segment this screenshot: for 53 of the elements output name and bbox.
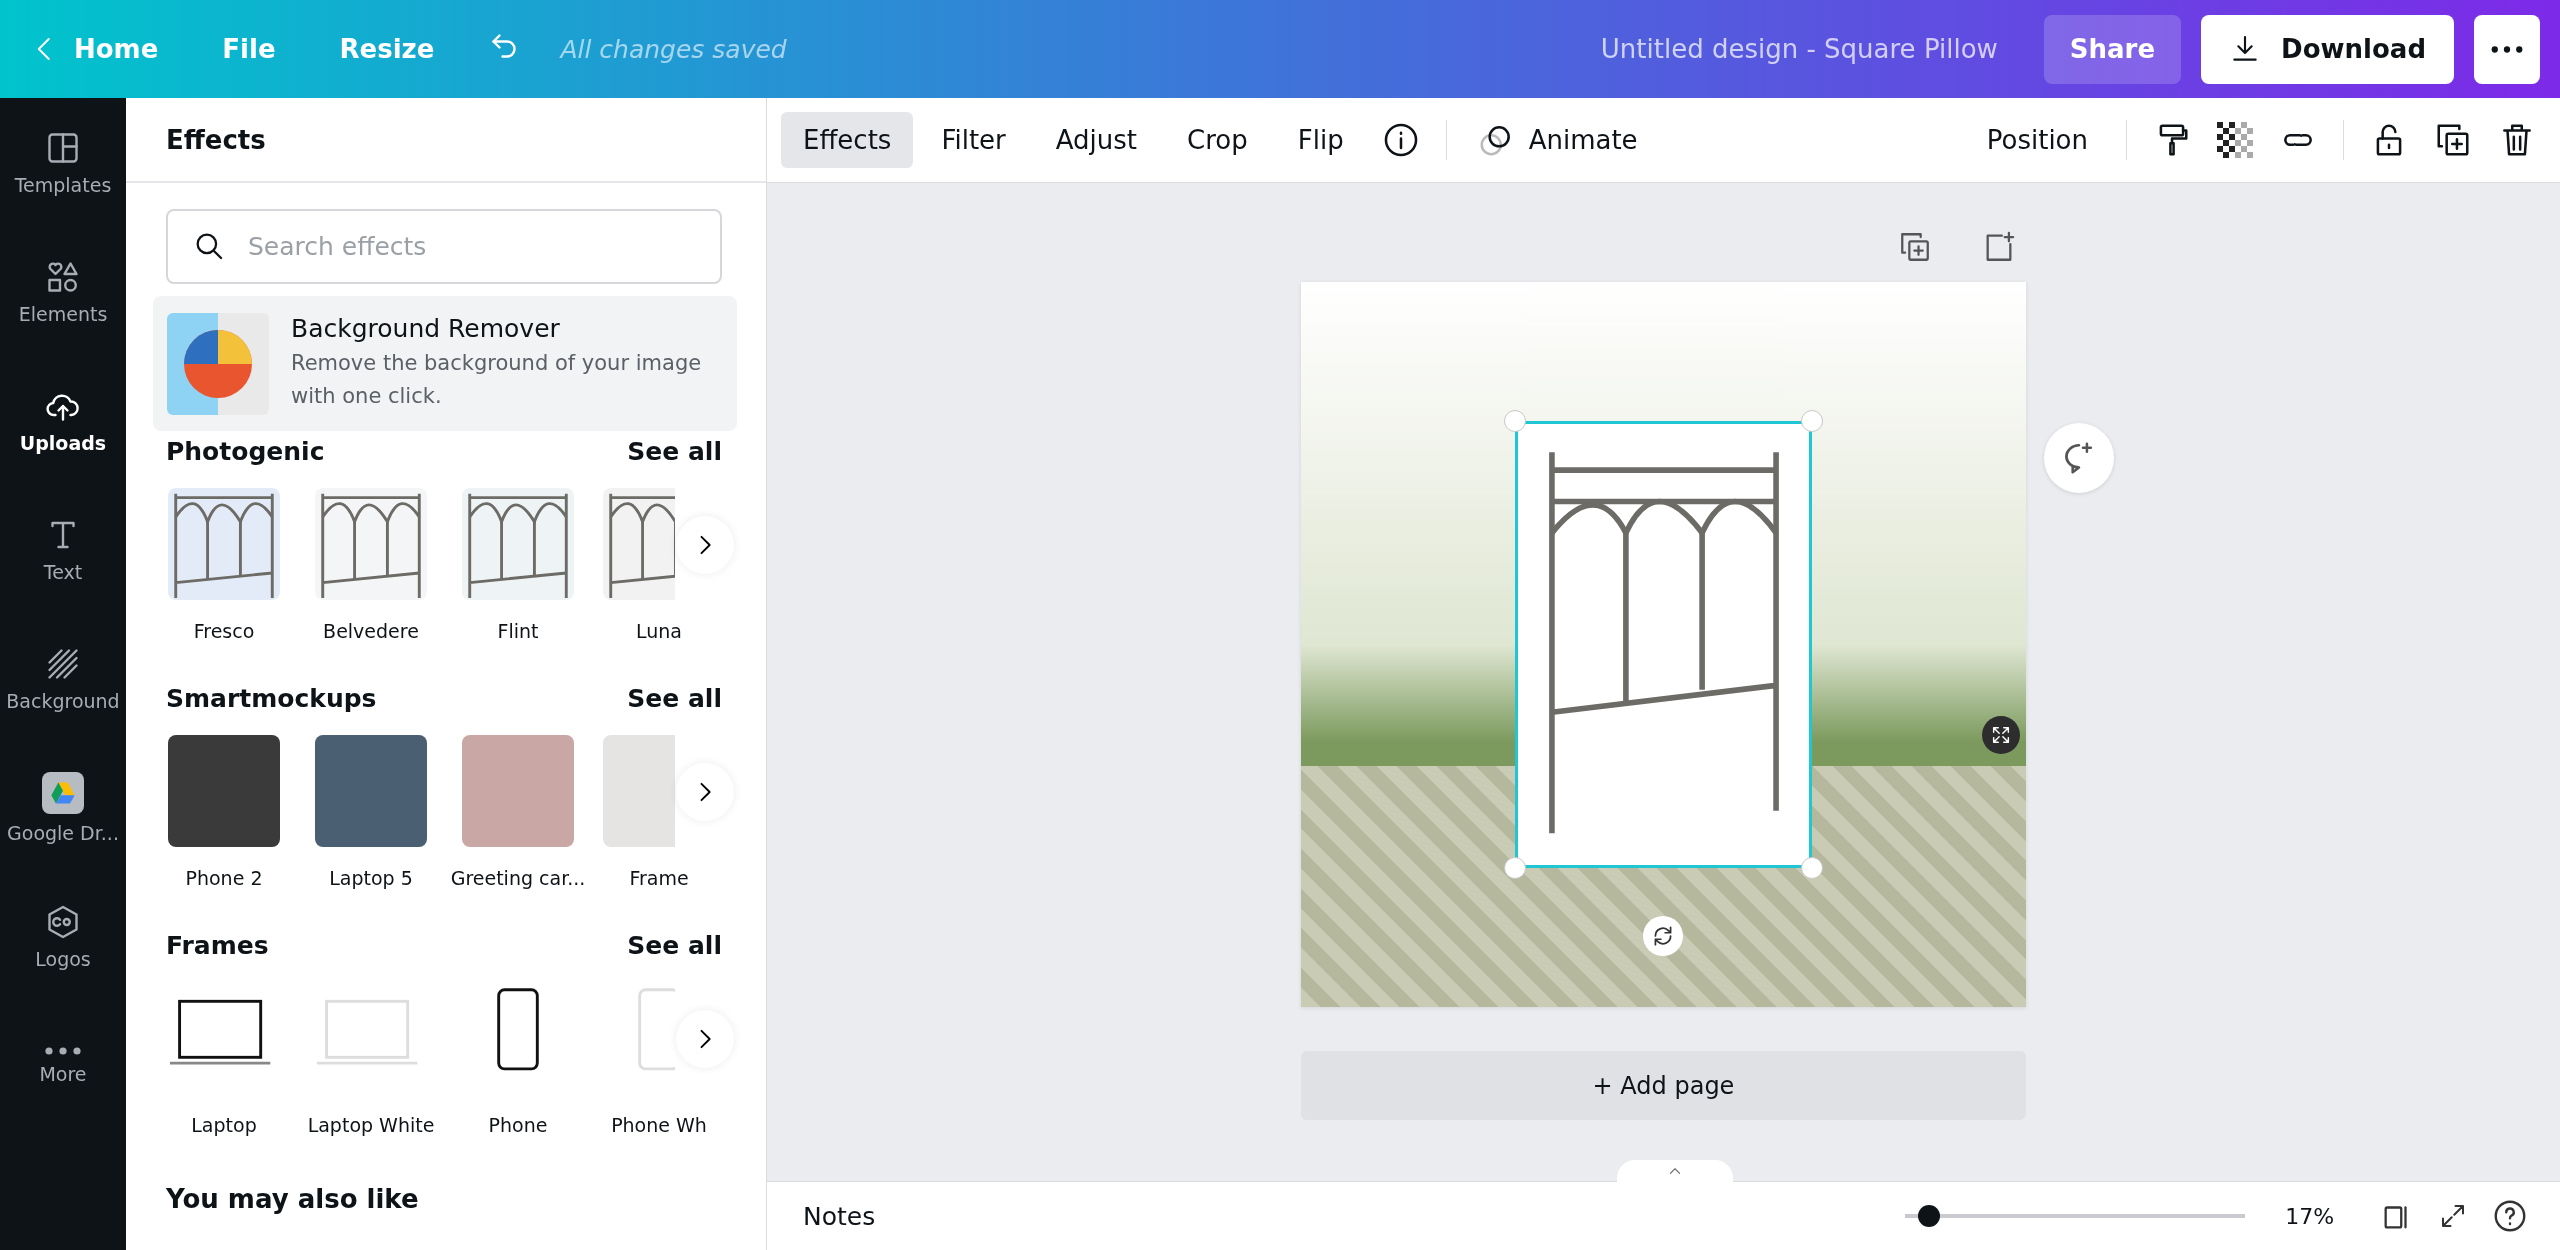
selected-image[interactable] [1515, 421, 1812, 868]
expand-icon [1990, 724, 2012, 746]
effect-item[interactable]: Phone 2 [154, 735, 294, 891]
rail-item[interactable]: Text [0, 485, 126, 614]
rail-item[interactable]: Uploads [0, 356, 126, 485]
toolbar-tab[interactable]: Adjust [1033, 112, 1160, 168]
rail-item[interactable]: Logos [0, 872, 126, 1001]
animate-button[interactable]: Animate [1462, 121, 1652, 159]
comment-button[interactable] [2044, 423, 2114, 493]
panel-title: Effects [166, 124, 266, 155]
section-title: You may also like [166, 1184, 420, 1214]
section-title: Smartmockups [166, 683, 377, 713]
effect-item[interactable]: Laptop [154, 982, 294, 1138]
drive-icon [42, 771, 84, 814]
see-all-link[interactable]: See all [627, 683, 722, 713]
zoom-reading: 17% [2285, 1203, 2335, 1229]
more-icon [2491, 45, 2523, 53]
rail-item[interactable]: More [0, 1001, 126, 1130]
logo-hexagon-icon [45, 903, 81, 940]
see-all-link[interactable]: See all [627, 930, 722, 960]
effect-item[interactable]: Laptop White [301, 982, 441, 1138]
position-button[interactable]: Position [1964, 112, 2110, 168]
effect-item[interactable]: Greeting car... [448, 735, 588, 891]
feature-description: Remove the background of your image with one click. [291, 350, 703, 410]
toolbar-tab[interactable]: Effects [781, 112, 914, 168]
effect-item[interactable]: Laptop 5 [301, 735, 441, 891]
search-field[interactable]: Search effects [166, 209, 722, 284]
rail-item[interactable]: Templates [0, 98, 126, 227]
rail-item[interactable]: Google Dr... [0, 743, 126, 872]
help-icon [2492, 1198, 2528, 1234]
more-button[interactable] [2474, 14, 2540, 84]
feature-title: Background Remover [291, 314, 561, 343]
design-title[interactable]: Untitled design - Square Pillow [1600, 34, 1998, 64]
see-all-link[interactable]: See all [627, 436, 722, 466]
toolbar-tab[interactable]: Crop [1165, 112, 1270, 168]
rail-item[interactable]: Elements [0, 227, 126, 356]
save-status: All changes saved [560, 34, 787, 64]
add-page-button[interactable]: + Add page [1301, 1051, 2026, 1120]
download-button[interactable]: Download [2201, 14, 2454, 84]
effect-item[interactable]: Phone [448, 982, 588, 1138]
notes-button[interactable]: Notes [803, 1201, 876, 1231]
rail-item[interactable]: Background [0, 614, 126, 743]
effect-item[interactable]: Frame [595, 735, 723, 891]
copy-plus-drawing [2434, 121, 2472, 159]
toolbar-tab[interactable]: Filter [919, 112, 1028, 168]
effect-item[interactable]: Phone Wh [595, 982, 723, 1138]
feature-card[interactable]: Background Remover Remove the background of your image with one click. [153, 296, 737, 431]
section-title: Photogenic [166, 436, 325, 466]
share-button[interactable]: Share [2043, 14, 2182, 84]
toolbar-tab[interactable]: Flip [1275, 112, 1366, 168]
copy-plus-icon [1898, 230, 1932, 264]
section-title: Frames [166, 930, 269, 960]
more-icon [45, 1046, 81, 1055]
